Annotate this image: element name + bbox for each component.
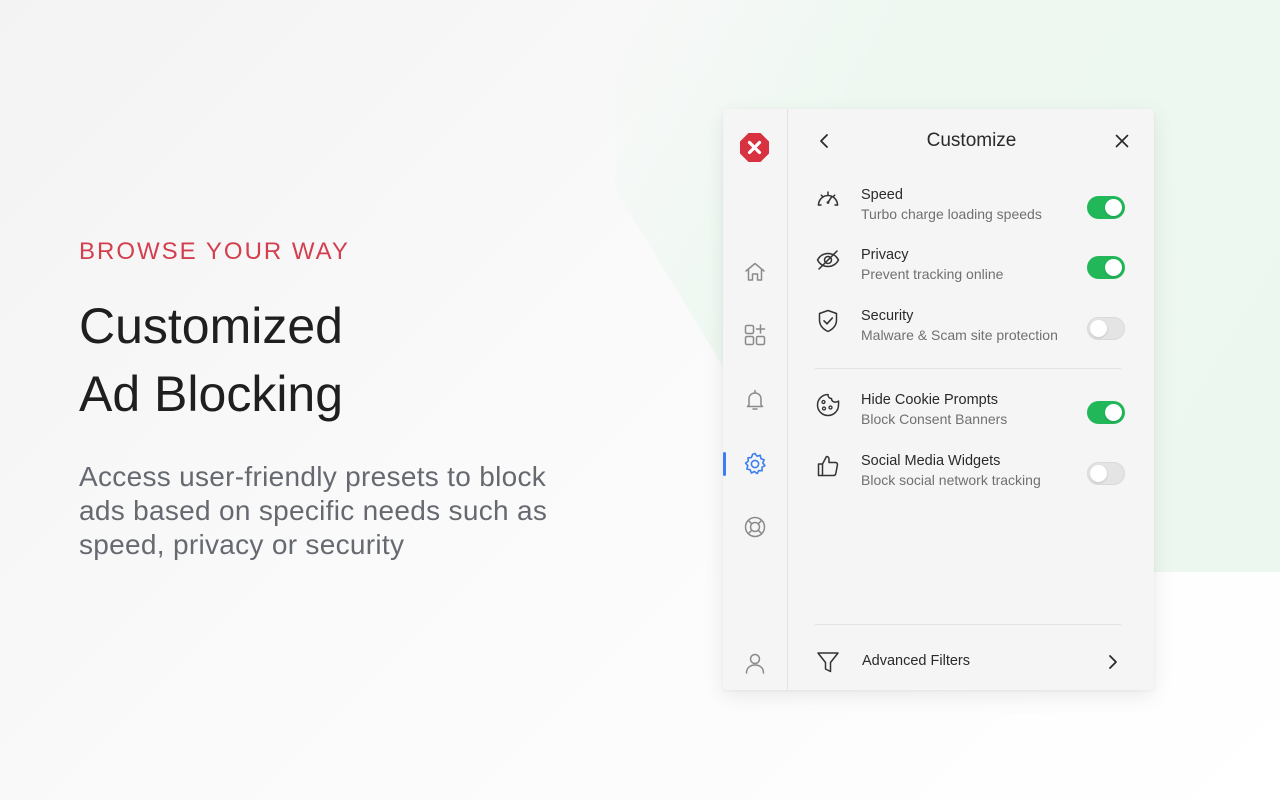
toggle-knob <box>1105 259 1122 276</box>
cookie-icon <box>816 393 840 417</box>
setting-subtitle: Block social network tracking <box>861 472 1041 488</box>
cookie-prompts-toggle[interactable] <box>1087 401 1125 424</box>
customize-view: Customize Speed Turbo charge loading spe… <box>789 109 1154 690</box>
extension-popup: Customize Speed Turbo charge loading spe… <box>723 109 1154 690</box>
toggle-knob <box>1105 199 1122 216</box>
sidebar-item-home[interactable] <box>740 257 770 287</box>
close-button[interactable] <box>1112 129 1132 153</box>
hero-headline: Customized Ad Blocking <box>79 292 343 428</box>
toggle-knob <box>1105 404 1122 421</box>
chevron-right-icon <box>1109 655 1117 669</box>
panel-header: Customize <box>789 109 1154 173</box>
user-icon <box>745 653 765 674</box>
toggle-knob <box>1090 465 1107 482</box>
advanced-filters-label: Advanced Filters <box>862 653 970 669</box>
section-divider <box>815 368 1121 369</box>
setting-subtitle: Turbo charge loading speeds <box>861 206 1042 222</box>
footer-divider <box>815 624 1121 625</box>
setting-subtitle: Block Consent Banners <box>861 411 1008 427</box>
setting-privacy: Privacy Prevent tracking online <box>815 247 1127 293</box>
advanced-filters-link[interactable]: Advanced Filters <box>815 649 1127 675</box>
sidebar-item-notifications[interactable] <box>740 385 770 415</box>
sidebar-item-help[interactable] <box>740 512 770 542</box>
logo-icon <box>739 132 770 163</box>
setting-social-widgets: Social Media Widgets Block social networ… <box>815 453 1127 499</box>
speed-toggle[interactable] <box>1087 196 1125 219</box>
setting-subtitle: Malware & Scam site protection <box>861 327 1058 343</box>
sidebar-item-settings[interactable] <box>740 449 770 479</box>
sidebar-rail <box>723 109 788 690</box>
setting-security: Security Malware & Scam site protection <box>815 308 1127 354</box>
speedometer-icon <box>817 191 839 206</box>
filter-icon <box>817 652 839 673</box>
hero-eyebrow: BROWSE YOUR WAY <box>79 238 350 265</box>
hero-headline-line1: Customized <box>79 298 343 354</box>
hero-headline-line2: Ad Blocking <box>79 366 344 422</box>
setting-subtitle: Prevent tracking online <box>861 266 1004 282</box>
security-toggle[interactable] <box>1087 317 1125 340</box>
active-nav-indicator <box>723 452 726 476</box>
toggle-knob <box>1090 320 1107 337</box>
setting-speed: Speed Turbo charge loading speeds <box>815 187 1127 233</box>
close-icon <box>1115 134 1129 148</box>
eye-off-icon <box>816 250 840 270</box>
privacy-toggle[interactable] <box>1087 256 1125 279</box>
social-widgets-toggle[interactable] <box>1087 462 1125 485</box>
setting-title: Social Media Widgets <box>861 453 1001 469</box>
setting-title: Hide Cookie Prompts <box>861 392 998 408</box>
thumbs-up-icon <box>817 455 839 477</box>
setting-title: Privacy <box>861 247 909 263</box>
setting-cookie-prompts: Hide Cookie Prompts Block Consent Banner… <box>815 392 1127 438</box>
gear-icon <box>744 452 766 475</box>
panel-title: Customize <box>926 130 1017 151</box>
home-icon <box>745 262 765 281</box>
sidebar-item-apps[interactable] <box>740 320 770 350</box>
shield-check-icon <box>818 309 838 333</box>
bell-icon <box>746 389 764 410</box>
hero-description: Access user-friendly presets to block ad… <box>79 461 548 560</box>
sidebar-item-account[interactable] <box>740 648 770 678</box>
setting-title: Speed <box>861 187 903 203</box>
lifebuoy-icon <box>744 516 766 538</box>
setting-title: Security <box>861 308 914 324</box>
apps-add-icon <box>744 324 766 346</box>
